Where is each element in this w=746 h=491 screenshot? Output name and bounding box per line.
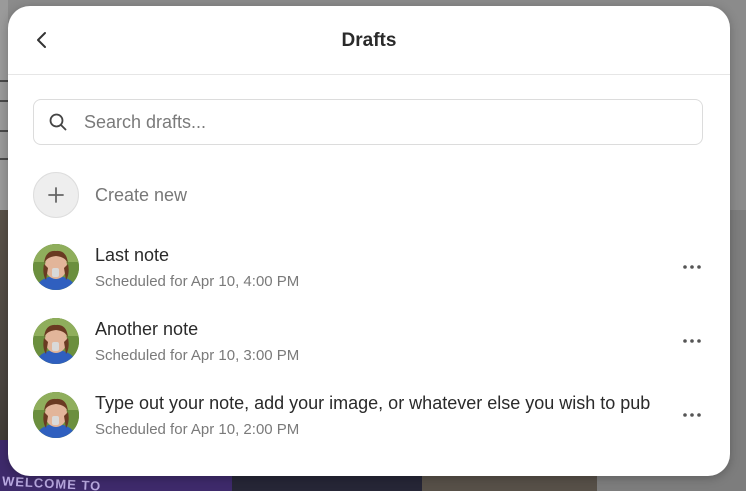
- draft-item[interactable]: Last note Scheduled for Apr 10, 4:00 PM: [33, 244, 705, 294]
- more-options-button[interactable]: [679, 330, 705, 352]
- more-options-button[interactable]: [679, 404, 705, 426]
- draft-scheduled: Scheduled for Apr 10, 4:00 PM: [95, 273, 300, 290]
- search-icon: [48, 112, 68, 132]
- create-new-label: Create new: [95, 184, 188, 205]
- drafts-modal: Drafts Create new: [8, 6, 730, 476]
- background-line: [0, 158, 8, 160]
- more-horizontal-icon: [683, 413, 701, 417]
- page-title: Drafts: [341, 30, 397, 51]
- search-input[interactable]: [82, 110, 686, 134]
- create-new-circle[interactable]: [33, 172, 79, 218]
- background-text-strip: [0, 0, 8, 210]
- draft-scheduled: Scheduled for Apr 10, 2:00 PM: [95, 421, 300, 438]
- draft-item[interactable]: Another note Scheduled for Apr 10, 3:00 …: [33, 318, 705, 368]
- draft-title: Another note: [95, 319, 199, 339]
- plus-icon: [48, 187, 64, 203]
- avatar: [33, 392, 79, 438]
- draft-title: Type out your note, add your image, or w…: [95, 393, 651, 413]
- draft-scheduled: Scheduled for Apr 10, 3:00 PM: [95, 347, 300, 364]
- modal-header: Drafts: [8, 6, 730, 75]
- avatar: [33, 244, 79, 290]
- more-options-button[interactable]: [679, 256, 705, 278]
- avatar: [33, 318, 79, 364]
- more-horizontal-icon: [683, 265, 701, 269]
- background-line: [0, 100, 8, 102]
- search-field[interactable]: [33, 99, 703, 145]
- create-new-button[interactable]: Create new: [33, 172, 187, 218]
- more-horizontal-icon: [683, 339, 701, 343]
- background-line: [0, 80, 8, 82]
- draft-item[interactable]: Type out your note, add your image, or w…: [33, 392, 705, 442]
- background-line: [0, 130, 8, 132]
- draft-title: Last note: [95, 245, 170, 265]
